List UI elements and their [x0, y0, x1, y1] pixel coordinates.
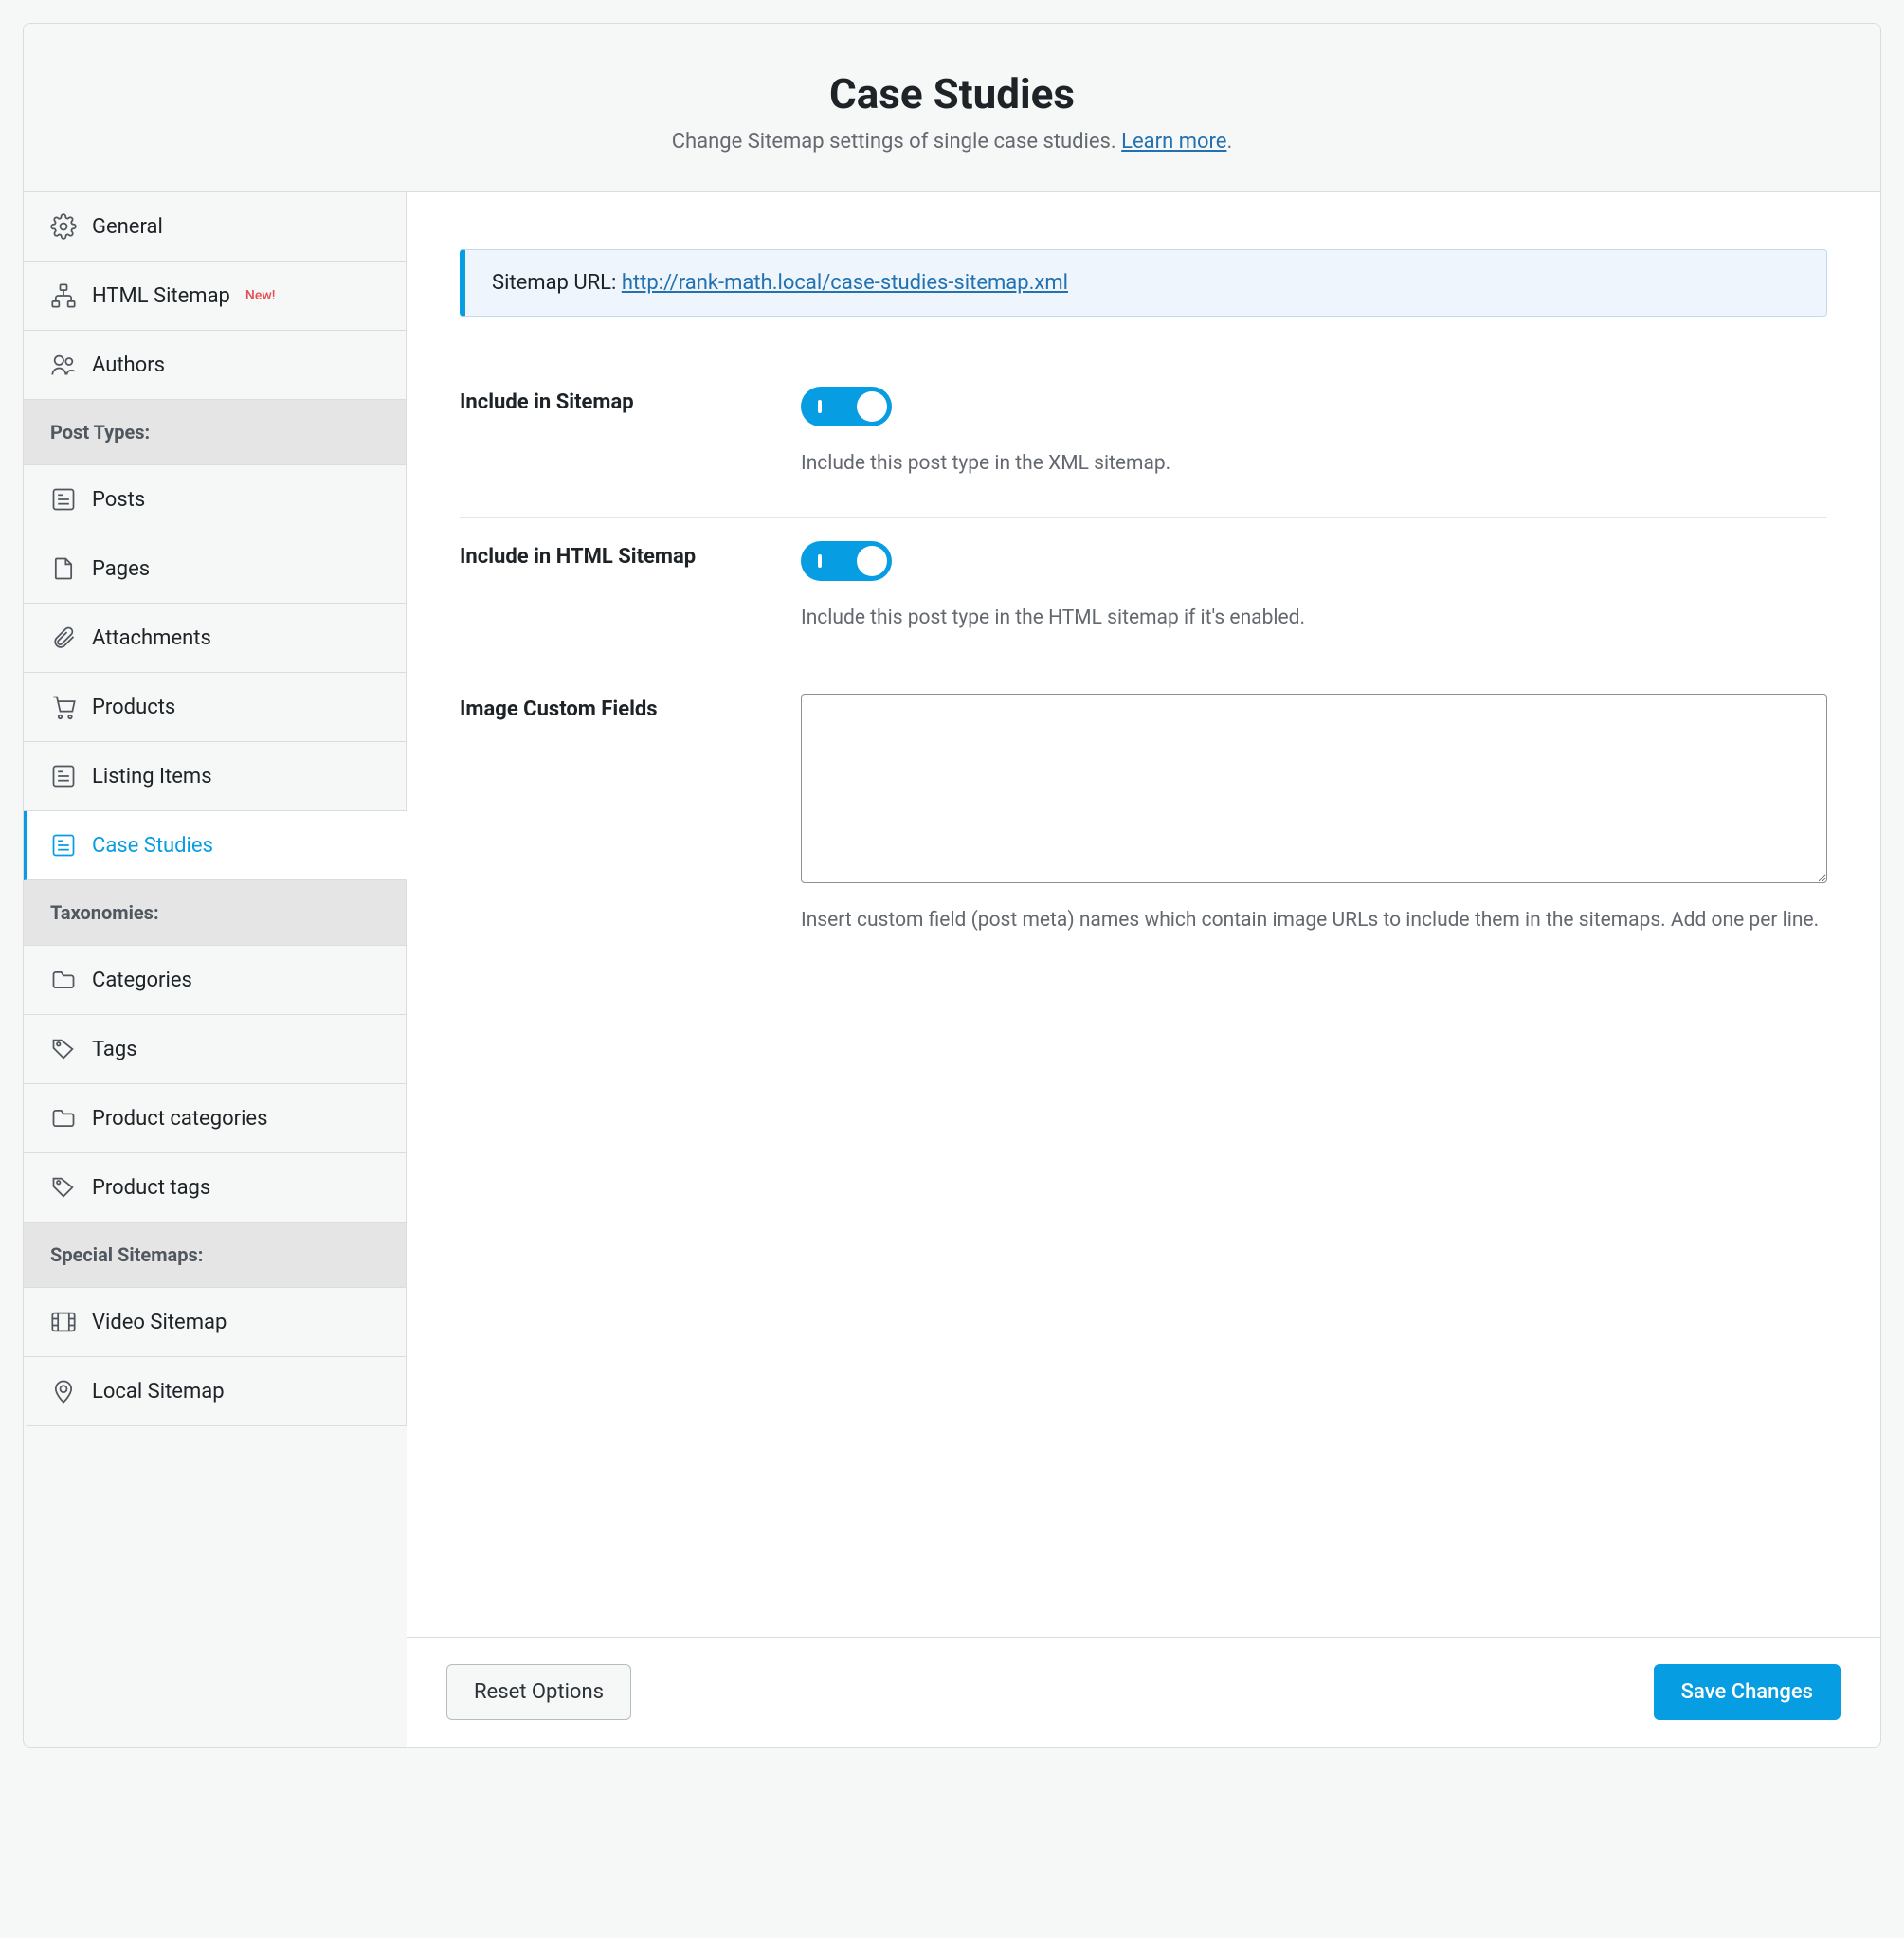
video-icon [50, 1309, 77, 1335]
page-icon [50, 555, 77, 582]
field-help: Include this post type in the XML sitema… [801, 449, 1827, 480]
settings-panel: Case Studies Change Sitemap settings of … [23, 23, 1881, 1748]
pin-icon [50, 1378, 77, 1404]
gear-icon [50, 213, 77, 240]
cart-icon [50, 694, 77, 720]
folder-icon [50, 967, 77, 993]
field-include-sitemap: Include in Sitemap Include this post typ… [460, 364, 1827, 518]
sidebar-item-case-studies[interactable]: Case Studies [24, 811, 407, 880]
sidebar-item-posts[interactable]: Posts [24, 465, 406, 534]
sidebar-item-label: Video Sitemap [92, 1311, 227, 1334]
field-help: Insert custom field (post meta) names wh… [801, 906, 1827, 936]
sidebar-item-local-sitemap[interactable]: Local Sitemap [24, 1357, 406, 1425]
reset-options-button[interactable]: Reset Options [446, 1664, 631, 1720]
paperclip-icon [50, 625, 77, 651]
sidebar-item-product-categories[interactable]: Product categories [24, 1084, 406, 1153]
field-help: Include this post type in the HTML sitem… [801, 604, 1827, 634]
post-icon [50, 486, 77, 513]
layout: General HTML Sitemap New! Authors Post T… [24, 192, 1880, 1747]
sidebar-item-label: HTML Sitemap [92, 284, 230, 308]
sidebar-item-label: Posts [92, 488, 145, 512]
page-subtitle: Change Sitemap settings of single case s… [46, 130, 1858, 154]
sidebar-item-tags[interactable]: Tags [24, 1015, 406, 1084]
sidebar-item-label: General [92, 215, 163, 239]
field-image-custom-fields: Image Custom Fields Insert custom field … [460, 671, 1827, 974]
sidebar-item-listing-items[interactable]: Listing Items [24, 742, 406, 811]
sidebar-item-video-sitemap[interactable]: Video Sitemap [24, 1288, 406, 1357]
main-content: Sitemap URL: http://rank-math.local/case… [407, 192, 1880, 1747]
sidebar-item-label: Listing Items [92, 765, 212, 788]
tag-icon [50, 1174, 77, 1201]
include-html-sitemap-toggle[interactable] [801, 541, 892, 581]
page-header: Case Studies Change Sitemap settings of … [24, 24, 1880, 192]
sidebar-item-label: Case Studies [92, 834, 213, 858]
sidebar-item-pages[interactable]: Pages [24, 534, 406, 604]
include-sitemap-toggle[interactable] [801, 387, 892, 426]
page-title: Case Studies [46, 69, 1858, 118]
new-badge: New! [245, 288, 276, 303]
sidebar: General HTML Sitemap New! Authors Post T… [24, 192, 407, 1426]
sidebar-heading-taxonomies: Taxonomies: [24, 880, 406, 946]
sidebar-heading-special: Special Sitemaps: [24, 1223, 406, 1288]
folder-icon [50, 1105, 77, 1132]
post-icon [50, 832, 77, 859]
footer-actions: Reset Options Save Changes [407, 1637, 1880, 1747]
sitemap-url-link[interactable]: http://rank-math.local/case-studies-site… [622, 271, 1068, 295]
sidebar-item-label: Tags [92, 1038, 137, 1061]
sidebar-item-label: Local Sitemap [92, 1380, 225, 1404]
sitemap-url-notice: Sitemap URL: http://rank-math.local/case… [460, 249, 1827, 317]
sidebar-item-label: Authors [92, 353, 165, 377]
field-label: Include in Sitemap [460, 387, 782, 480]
field-label: Include in HTML Sitemap [460, 541, 782, 634]
sidebar-item-html-sitemap[interactable]: HTML Sitemap New! [24, 262, 406, 331]
content-area: Sitemap URL: http://rank-math.local/case… [407, 192, 1880, 1637]
sidebar-item-label: Pages [92, 557, 150, 581]
sidebar-item-label: Product tags [92, 1176, 210, 1200]
sidebar-item-categories[interactable]: Categories [24, 946, 406, 1015]
sidebar-item-label: Product categories [92, 1107, 267, 1131]
sidebar-item-product-tags[interactable]: Product tags [24, 1153, 406, 1223]
post-icon [50, 763, 77, 789]
sidebar-item-label: Categories [92, 969, 192, 992]
tag-icon [50, 1036, 77, 1062]
image-custom-fields-input[interactable] [801, 694, 1827, 883]
users-icon [50, 352, 77, 378]
field-include-html-sitemap: Include in HTML Sitemap Include this pos… [460, 518, 1827, 672]
sidebar-heading-post-types: Post Types: [24, 400, 406, 465]
sidebar-item-label: Attachments [92, 626, 211, 650]
sidebar-item-authors[interactable]: Authors [24, 331, 406, 400]
learn-more-link[interactable]: Learn more [1121, 130, 1226, 154]
save-changes-button[interactable]: Save Changes [1654, 1664, 1841, 1720]
field-control: Insert custom field (post meta) names wh… [801, 694, 1827, 936]
field-control: Include this post type in the HTML sitem… [801, 541, 1827, 634]
sidebar-item-general[interactable]: General [24, 192, 406, 262]
field-label: Image Custom Fields [460, 694, 782, 936]
sidebar-item-products[interactable]: Products [24, 673, 406, 742]
sidebar-item-label: Products [92, 696, 175, 719]
sidebar-item-attachments[interactable]: Attachments [24, 604, 406, 673]
sitemap-icon [50, 282, 77, 309]
field-control: Include this post type in the XML sitema… [801, 387, 1827, 480]
